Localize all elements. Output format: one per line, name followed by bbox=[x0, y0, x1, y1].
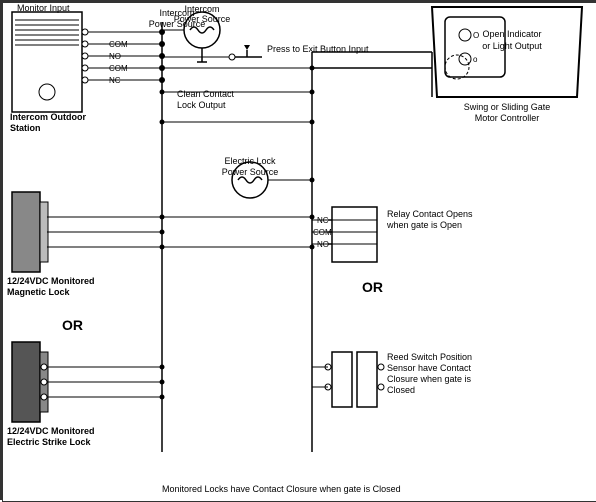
svg-text:OR: OR bbox=[362, 279, 383, 295]
svg-text:O: O bbox=[473, 31, 479, 40]
svg-text:Magnetic Lock: Magnetic Lock bbox=[7, 287, 71, 297]
svg-text:Intercom Outdoor: Intercom Outdoor bbox=[10, 112, 86, 122]
svg-text:Monitored Locks have Contact C: Monitored Locks have Contact Closure whe… bbox=[162, 484, 401, 494]
svg-text:Power Source: Power Source bbox=[174, 14, 231, 24]
svg-text:Relay Contact Opens: Relay Contact Opens bbox=[387, 209, 473, 219]
svg-text:Open Indicator: Open Indicator bbox=[482, 29, 541, 39]
svg-text:Electric Lock: Electric Lock bbox=[224, 156, 276, 166]
svg-text:Sensor have Contact: Sensor have Contact bbox=[387, 363, 472, 373]
svg-text:Lock Output: Lock Output bbox=[177, 100, 226, 110]
svg-text:Power Source: Power Source bbox=[222, 167, 279, 177]
wiring-diagram: Monitor Input COM NO COM NC Intercom Out… bbox=[0, 0, 596, 500]
svg-text:Clean Contact: Clean Contact bbox=[177, 89, 235, 99]
svg-text:Closure when gate is: Closure when gate is bbox=[387, 374, 472, 384]
svg-text:Electric Strike Lock: Electric Strike Lock bbox=[7, 437, 92, 447]
svg-text:12/24VDC Monitored: 12/24VDC Monitored bbox=[7, 276, 95, 286]
svg-text:Reed Switch Position: Reed Switch Position bbox=[387, 352, 472, 362]
svg-text:Monitor Input: Monitor Input bbox=[17, 3, 70, 13]
svg-text:Intercom: Intercom bbox=[184, 4, 219, 14]
svg-text:o: o bbox=[473, 55, 478, 64]
svg-text:Closed: Closed bbox=[387, 385, 415, 395]
svg-text:or Light Output: or Light Output bbox=[482, 41, 542, 51]
svg-text:OR: OR bbox=[62, 317, 83, 333]
svg-text:12/24VDC Monitored: 12/24VDC Monitored bbox=[7, 426, 95, 436]
svg-text:Swing or Sliding Gate: Swing or Sliding Gate bbox=[464, 102, 551, 112]
svg-text:Motor Controller: Motor Controller bbox=[475, 113, 540, 123]
svg-text:when gate is Open: when gate is Open bbox=[386, 220, 462, 230]
svg-text:Station: Station bbox=[10, 123, 41, 133]
